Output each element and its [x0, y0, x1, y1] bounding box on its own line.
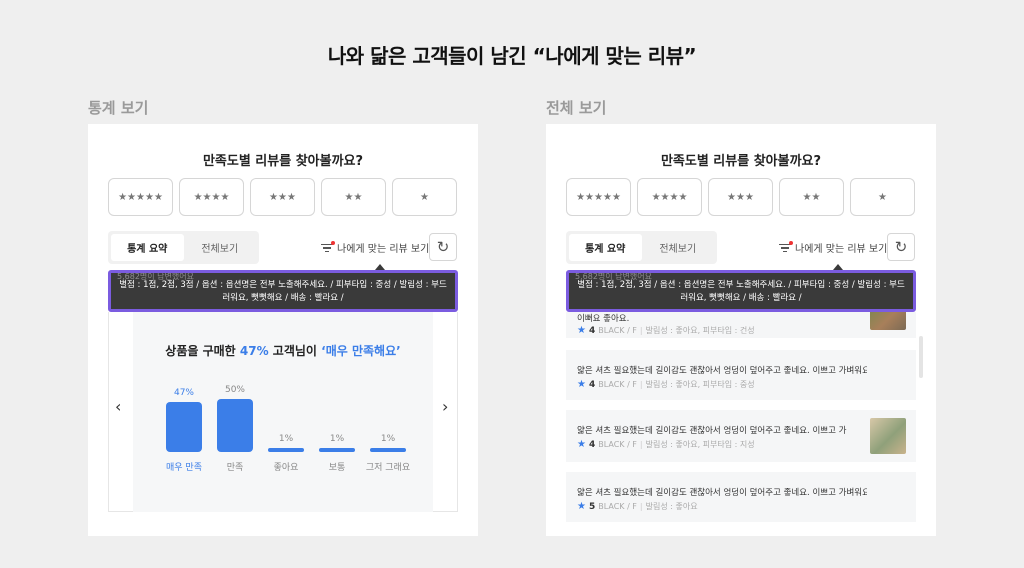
- bar-column: 50% 만족: [215, 372, 255, 482]
- list-item[interactable]: 얇은 셔츠 필요했는데 길이감도 괜찮아서 엉덩이 덮어주고 좋네요. 이쁘고 …: [566, 350, 916, 400]
- star-filter-4[interactable]: ★★★★: [179, 178, 244, 216]
- bar-value-label: 1%: [380, 434, 396, 444]
- view-tabs: 통계 요약 전체보기: [566, 231, 717, 264]
- match-review-link[interactable]: 나에게 맞는 리뷰 보기: [321, 240, 429, 255]
- stats-sentence-quote: ‘매우 만족해요’: [321, 344, 401, 358]
- star-filter-4[interactable]: ★★★★: [637, 178, 702, 216]
- review-meta: ★ 4 BLACK / F | 발림성 : 좋아요, 피부타입 : 건성: [577, 325, 755, 336]
- review-option: BLACK / F: [598, 326, 637, 335]
- list-item[interactable]: 얇은 셔츠 필요했는데 길이감도 괜찮아서 엉덩이 덮어주고 좋네요. 이쁘고 …: [566, 410, 916, 462]
- next-arrow-icon[interactable]: ›: [442, 397, 448, 416]
- star-filter-5[interactable]: ★★★★★: [566, 178, 631, 216]
- review-option: BLACK / F: [598, 380, 637, 389]
- review-score: 4: [588, 325, 596, 336]
- bar-column: 1% 그저 그래요: [366, 372, 410, 482]
- star-filter-1[interactable]: ★: [850, 178, 915, 216]
- review-text: 얇은 셔츠 필요했는데 길이감도 괜찮아서 엉덩이 덮어주고 좋네요. 이쁘고 …: [577, 366, 867, 376]
- stats-summary-box: ‹ › 상품을 구매한 47% 고객님이 ‘매우 만족해요’ 47% 매우 만족 5…: [108, 312, 458, 512]
- refresh-icon: ↻: [436, 238, 450, 256]
- review-photo-thumbnail[interactable]: [870, 418, 906, 454]
- star-icon: ★: [577, 325, 586, 336]
- bar: [217, 398, 253, 452]
- review-list[interactable]: 이뻐요 좋아요. ★ 4 BLACK / F | 발림성 : 좋아요, 피부타입 …: [566, 312, 916, 536]
- stats-sentence-middle: 고객님이: [268, 344, 322, 358]
- alert-dot-icon: [789, 240, 793, 245]
- star-filter-row: ★★★★★ ★★★★ ★★★ ★★ ★: [566, 178, 915, 216]
- tab-stats-summary[interactable]: 통계 요약: [111, 234, 184, 261]
- star-icon: ★: [577, 501, 586, 512]
- bar-value-label: 50%: [224, 384, 245, 395]
- bar-column: 47% 매우 만족: [164, 372, 204, 482]
- filter-tooltip: 5,682명이 답변했어요 별점 : 1점, 2점, 3점 / 옵션 : 옵션명…: [108, 270, 458, 312]
- star-filter-row: ★★★★★ ★★★★ ★★★ ★★ ★: [108, 178, 457, 216]
- alert-dot-icon: [331, 240, 335, 245]
- bar-category-label: 그저 그래요: [365, 463, 411, 473]
- page-headline: 나와 닮은 고객들이 남긴 “나에게 맞는 리뷰”: [327, 44, 697, 68]
- review-attributes: 발림성 : 좋아요, 피부타입 : 중성: [645, 380, 755, 389]
- refresh-button[interactable]: ↻: [429, 233, 457, 261]
- tooltip-text: 별점 : 1점, 2점, 3점 / 옵션 : 옵션명은 전부 노출해주세요. /…: [577, 280, 905, 303]
- all-reviews-panel: 만족도별 리뷰를 찾아볼까요? ★★★★★ ★★★★ ★★★ ★★ ★ 통계 요…: [546, 124, 936, 536]
- view-tabs: 통계 요약 전체보기: [108, 231, 259, 264]
- review-attributes: 발림성 : 좋아요, 피부타입 : 지성: [645, 440, 755, 449]
- list-item[interactable]: 얇은 셔츠 필요했는데 길이감도 괜찮아서 엉덩이 덮어주고 좋네요. 이쁘고 …: [566, 472, 916, 522]
- review-attributes: 발림성 : 좋아요, 피부타입 : 건성: [645, 326, 755, 335]
- review-option: BLACK / F: [598, 502, 637, 511]
- review-attributes: 발림성 : 좋아요: [645, 502, 698, 511]
- bar: [370, 448, 406, 452]
- review-meta: ★ 4 BLACK / F | 발림성 : 좋아요, 피부타입 : 지성: [577, 439, 755, 450]
- tab-view-all[interactable]: 전체보기: [642, 234, 715, 261]
- filter-icon: [321, 240, 335, 253]
- review-score: 4: [588, 379, 596, 390]
- match-link-label: 나에게 맞는 리뷰 보기: [795, 244, 888, 255]
- star-filter-1[interactable]: ★: [392, 178, 457, 216]
- prev-arrow-icon[interactable]: ‹: [115, 397, 121, 416]
- bar: [319, 448, 355, 452]
- review-list-scrollbar[interactable]: [919, 336, 923, 378]
- review-score: 5: [588, 501, 596, 512]
- stats-chart-area: 상품을 구매한 47% 고객님이 ‘매우 만족해요’ 47% 매우 만족 50% 만족…: [133, 312, 433, 512]
- list-item[interactable]: 이뻐요 좋아요. ★ 4 BLACK / F | 발림성 : 좋아요, 피부타입 …: [566, 312, 916, 338]
- star-filter-2[interactable]: ★★: [779, 178, 844, 216]
- panel-title: 만족도별 리뷰를 찾아볼까요?: [202, 154, 364, 169]
- stats-panel: 만족도별 리뷰를 찾아볼까요? ★★★★★ ★★★★ ★★★ ★★ ★ 통계 요…: [88, 124, 478, 536]
- star-filter-2[interactable]: ★★: [321, 178, 386, 216]
- star-filter-3[interactable]: ★★★: [250, 178, 315, 216]
- review-photo-thumbnail[interactable]: [870, 312, 906, 330]
- filter-icon: [779, 240, 793, 253]
- review-option: BLACK / F: [598, 440, 637, 449]
- star-icon: ★: [577, 439, 586, 450]
- star-filter-3[interactable]: ★★★: [708, 178, 773, 216]
- stats-sentence-prefix: 상품을 구매한: [165, 344, 240, 358]
- bar-column: 1% 좋아요: [266, 372, 306, 482]
- star-icon: ★: [577, 379, 586, 390]
- refresh-button[interactable]: ↻: [887, 233, 915, 261]
- review-meta: ★ 4 BLACK / F | 발림성 : 좋아요, 피부타입 : 중성: [577, 379, 755, 390]
- section-label-all: 전체 보기: [546, 99, 607, 117]
- match-review-link[interactable]: 나에게 맞는 리뷰 보기: [779, 240, 887, 255]
- tooltip-text: 별점 : 1점, 2점, 3점 / 옵션 : 옵션명은 전부 노출해주세요. /…: [119, 280, 447, 303]
- bar-column: 1% 보통: [317, 372, 357, 482]
- bar: [166, 401, 202, 452]
- star-filter-5[interactable]: ★★★★★: [108, 178, 173, 216]
- review-text: 얇은 셔츠 필요했는데 길이감도 괜찮아서 엉덩이 덮어주고 좋네요. 이쁘고 …: [577, 488, 867, 498]
- review-text: 얇은 셔츠 필요했는데 길이감도 괜찮아서 엉덩이 덮어주고 좋네요. 이쁘고 …: [577, 426, 847, 436]
- stats-sentence: 상품을 구매한 47% 고객님이 ‘매우 만족해요’: [133, 342, 433, 359]
- bar: [268, 448, 304, 452]
- section-label-stats: 통계 보기: [88, 99, 149, 117]
- panel-title: 만족도별 리뷰를 찾아볼까요?: [660, 154, 822, 169]
- stats-sentence-percent: 47%: [239, 344, 269, 358]
- review-score: 4: [588, 439, 596, 450]
- review-text: 이뻐요 좋아요.: [577, 314, 630, 324]
- tab-view-all[interactable]: 전체보기: [184, 234, 257, 261]
- match-link-label: 나에게 맞는 리뷰 보기: [337, 244, 430, 255]
- tab-stats-summary[interactable]: 통계 요약: [569, 234, 642, 261]
- review-meta: ★ 5 BLACK / F | 발림성 : 좋아요: [577, 501, 698, 512]
- filter-tooltip: 5,682명이 답변했어요 별점 : 1점, 2점, 3점 / 옵션 : 옵션명…: [566, 270, 916, 312]
- refresh-icon: ↻: [894, 238, 908, 256]
